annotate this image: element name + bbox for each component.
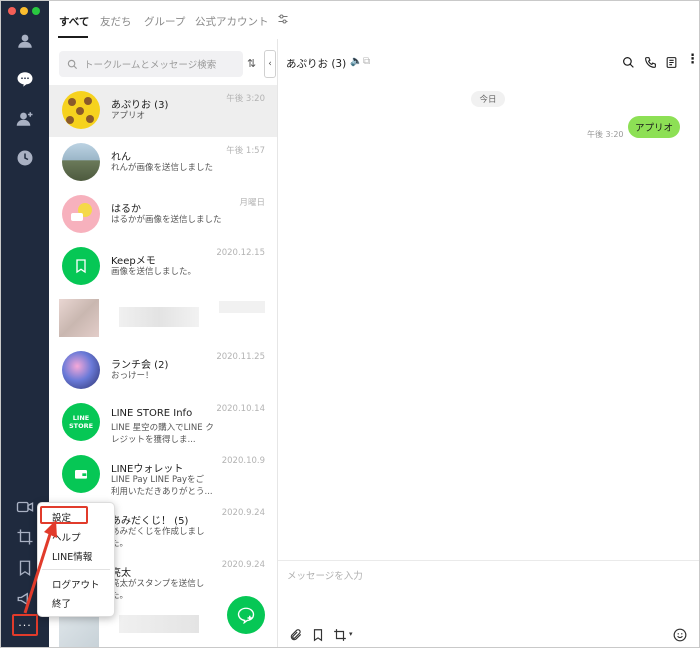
line-app-window: ··· すべて 友だち グループ 公式アカウント トークルームとメッセージ検索 … [0, 0, 700, 648]
annotation-arrow [23, 520, 57, 614]
